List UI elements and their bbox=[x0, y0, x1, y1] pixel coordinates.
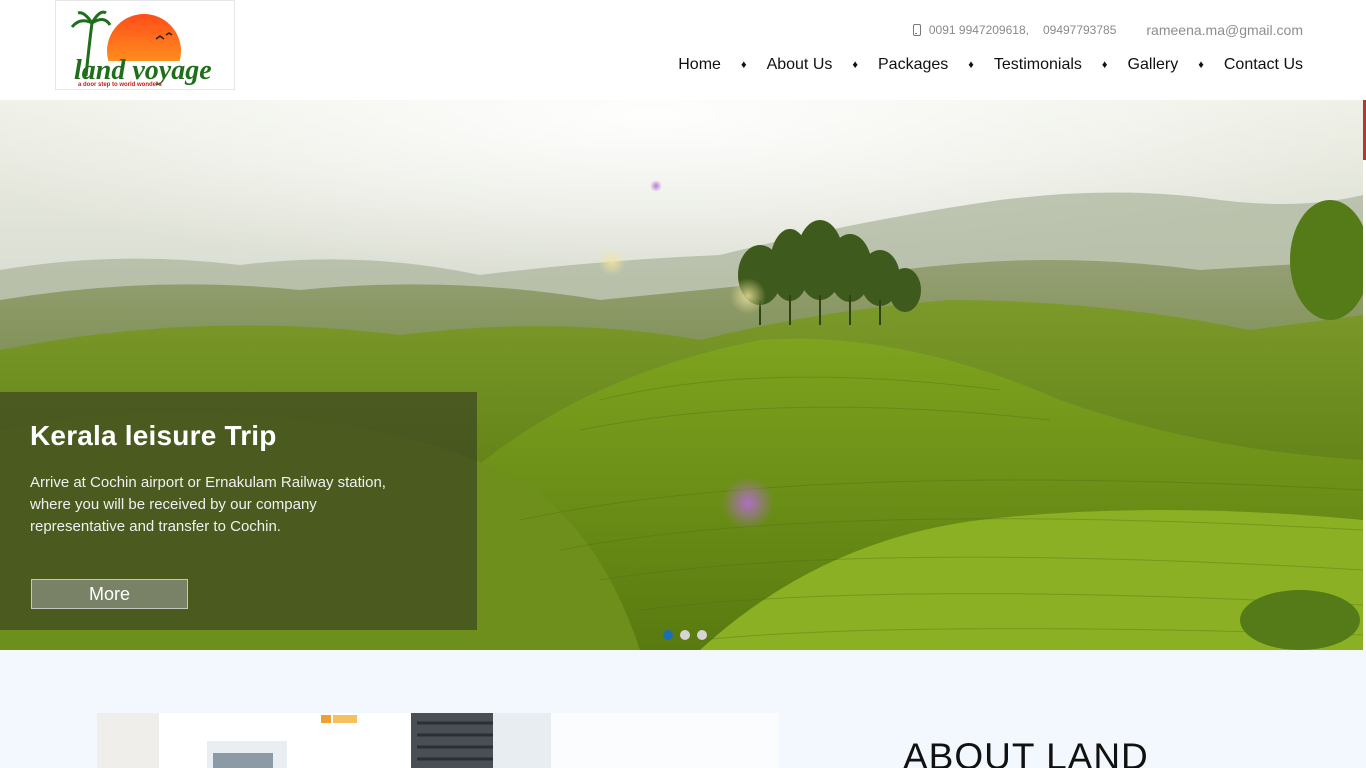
slider-dot-3[interactable] bbox=[697, 630, 707, 640]
slide-title: Kerala leisure Trip bbox=[30, 420, 277, 451]
nav-contact-us[interactable]: Contact Us bbox=[1224, 56, 1303, 74]
slider-dots bbox=[663, 630, 714, 640]
hero-slider: Kerala leisure Trip Arrive at Cochin air… bbox=[0, 100, 1363, 650]
nav-gallery[interactable]: Gallery bbox=[1128, 56, 1179, 74]
slide-description: Arrive at Cochin airport or Ernakulam Ra… bbox=[30, 474, 386, 535]
nav-home[interactable]: Home bbox=[678, 56, 721, 74]
nav-separator-icon: ♦ bbox=[1198, 59, 1204, 71]
office-photo bbox=[97, 713, 779, 768]
about-section: ABOUT LAND bbox=[0, 650, 1366, 768]
mobile-phone-icon bbox=[912, 24, 921, 36]
email-link[interactable]: rameena.ma@gmail.com bbox=[1146, 22, 1303, 38]
more-button[interactable]: More bbox=[31, 579, 188, 609]
nav-separator-icon: ♦ bbox=[968, 59, 974, 71]
nav-separator-icon: ♦ bbox=[852, 59, 858, 71]
slider-dot-1[interactable] bbox=[663, 630, 673, 640]
nav-separator-icon: ♦ bbox=[1101, 59, 1108, 71]
about-heading: ABOUT LAND bbox=[903, 736, 1149, 768]
slider-dot-2[interactable] bbox=[680, 630, 690, 640]
nav-about-us[interactable]: About Us bbox=[767, 56, 833, 74]
phone-number-2[interactable]: 09497793785 bbox=[1043, 23, 1116, 37]
logo-graphic: land voyage a door step to world wonders bbox=[70, 10, 226, 89]
nav-separator-icon: ♦ bbox=[740, 59, 747, 71]
contact-info: 0091 9947209618, 09497793785 rameena.ma@… bbox=[912, 22, 1303, 38]
site-header: land voyage a door step to world wonders… bbox=[0, 0, 1366, 100]
page: land voyage a door step to world wonders… bbox=[0, 0, 1366, 768]
main-nav: Home ♦ About Us ♦ Packages ♦ Testimonial… bbox=[678, 56, 1303, 74]
site-logo[interactable]: land voyage a door step to world wonders bbox=[55, 0, 235, 90]
nav-packages[interactable]: Packages bbox=[878, 56, 948, 74]
nav-testimonials[interactable]: Testimonials bbox=[994, 56, 1082, 74]
about-image bbox=[97, 713, 779, 768]
slide-caption: Kerala leisure Trip Arrive at Cochin air… bbox=[0, 392, 477, 630]
phone-number-1[interactable]: 0091 9947209618, bbox=[929, 23, 1029, 37]
logo-tagline: a door step to world wonders bbox=[78, 82, 162, 88]
